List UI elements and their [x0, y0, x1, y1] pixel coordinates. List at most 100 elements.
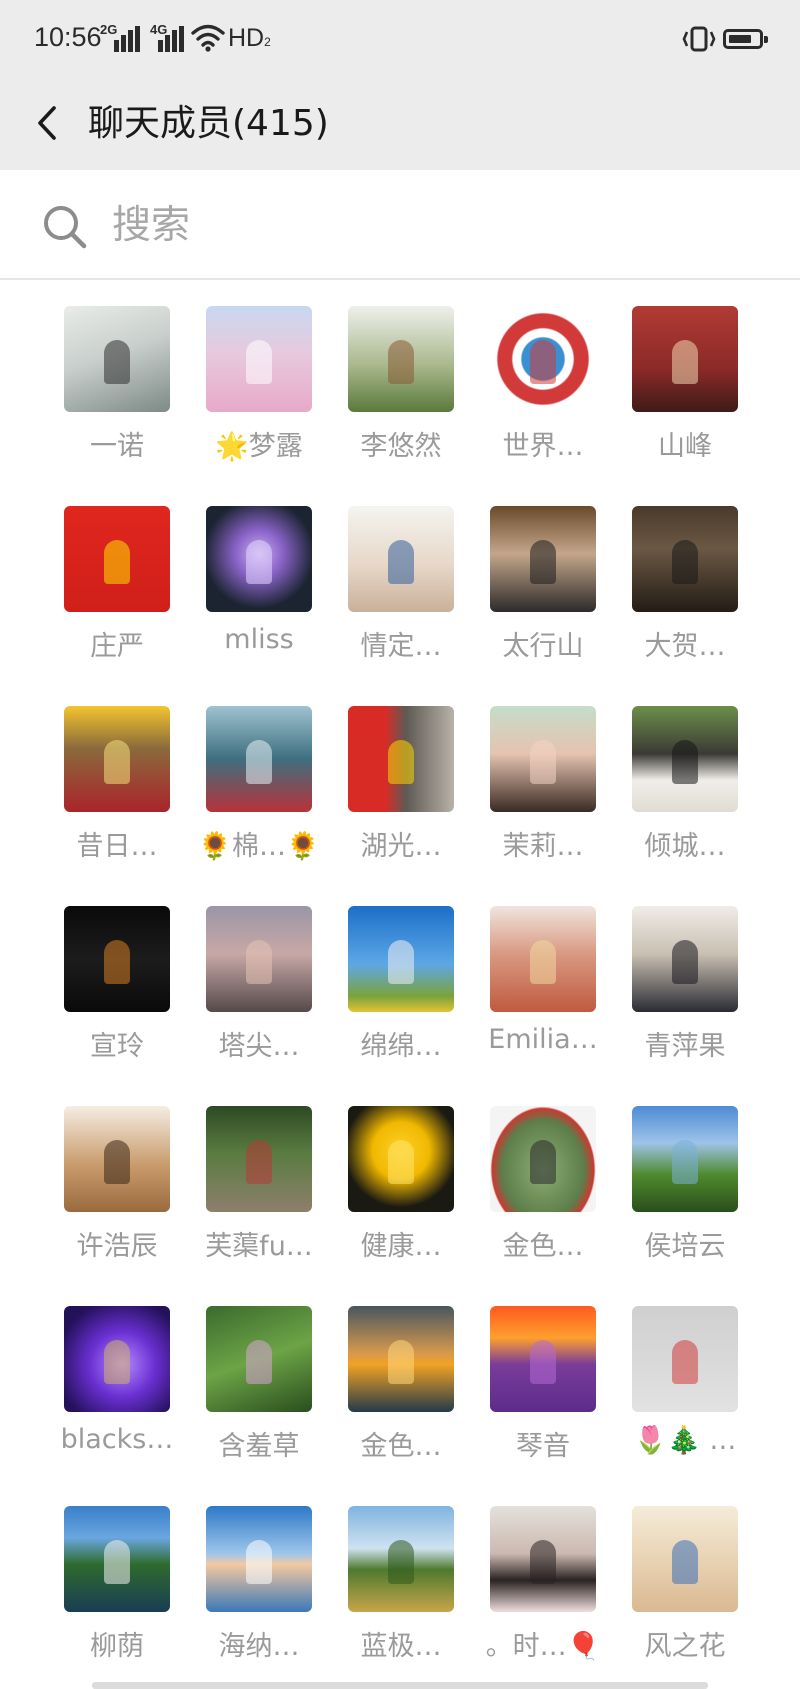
member-name: 湖光…: [360, 831, 442, 862]
avatar-figure: [672, 1540, 698, 1584]
member-avatar[interactable]: [632, 1306, 738, 1412]
member-item[interactable]: 柳荫: [44, 1482, 186, 1662]
search-input[interactable]: [112, 198, 712, 252]
member-avatar[interactable]: [64, 906, 170, 1012]
avatar-figure: [104, 340, 130, 384]
member-item[interactable]: 昔日…: [44, 682, 186, 862]
member-name: 山峰: [658, 431, 712, 462]
member-avatar[interactable]: [206, 906, 312, 1012]
member-avatar[interactable]: [348, 506, 454, 612]
member-avatar[interactable]: [490, 906, 596, 1012]
member-avatar[interactable]: [490, 506, 596, 612]
avatar-figure: [104, 1140, 130, 1184]
member-name: 风之花: [644, 1631, 726, 1662]
member-item[interactable]: 金色…: [328, 1282, 470, 1462]
member-name: 宣玲: [90, 1031, 144, 1062]
avatar-figure: [388, 940, 414, 984]
avatar-figure: [672, 1140, 698, 1184]
avatar-figure: [388, 1140, 414, 1184]
member-name: 蓝极…: [360, 1631, 442, 1662]
member-item[interactable]: 倾城…: [612, 682, 754, 862]
member-avatar[interactable]: [64, 1306, 170, 1412]
member-avatar[interactable]: [632, 306, 738, 412]
member-item[interactable]: 湖光…: [328, 682, 470, 862]
back-button[interactable]: [30, 94, 70, 154]
search-bar[interactable]: [0, 170, 800, 280]
member-avatar[interactable]: [206, 1106, 312, 1212]
member-item[interactable]: 海纳…: [186, 1482, 328, 1662]
member-item[interactable]: 许浩辰: [44, 1082, 186, 1262]
avatar-figure: [388, 1340, 414, 1384]
avatar-figure: [672, 1340, 698, 1384]
member-item[interactable]: 侯培云: [612, 1082, 754, 1262]
member-item[interactable]: 含羞草: [186, 1282, 328, 1462]
member-item[interactable]: 🌷🎄 …: [612, 1282, 754, 1456]
member-avatar[interactable]: [490, 306, 596, 412]
member-avatar[interactable]: [64, 506, 170, 612]
member-item[interactable]: 风之花: [612, 1482, 754, 1662]
member-item[interactable]: mliss: [186, 482, 328, 655]
member-avatar[interactable]: [206, 1506, 312, 1612]
member-item[interactable]: 大贺…: [612, 482, 754, 662]
avatar-figure: [104, 1540, 130, 1584]
member-avatar[interactable]: [348, 906, 454, 1012]
member-item[interactable]: 情定…: [328, 482, 470, 662]
scrollbar[interactable]: [92, 1682, 708, 1689]
member-avatar[interactable]: [632, 1106, 738, 1212]
member-item[interactable]: 绵绵…: [328, 882, 470, 1062]
member-item[interactable]: 🌟梦露: [186, 282, 328, 462]
member-item[interactable]: 李悠然: [328, 282, 470, 462]
member-avatar[interactable]: [206, 506, 312, 612]
member-avatar[interactable]: [632, 706, 738, 812]
avatar-figure: [104, 940, 130, 984]
member-name: 许浩辰: [76, 1231, 158, 1262]
member-avatar[interactable]: [632, 1506, 738, 1612]
member-item[interactable]: 青萍果: [612, 882, 754, 1062]
member-avatar[interactable]: [632, 506, 738, 612]
member-avatar[interactable]: [348, 706, 454, 812]
member-item[interactable]: 一诺: [44, 282, 186, 462]
member-avatar[interactable]: [206, 706, 312, 812]
member-item[interactable]: 山峰: [612, 282, 754, 462]
member-avatar[interactable]: [206, 306, 312, 412]
member-avatar[interactable]: [64, 1506, 170, 1612]
member-item[interactable]: 金色…: [470, 1082, 612, 1262]
member-name: 🌟梦露: [215, 431, 303, 462]
avatar-figure: [246, 1540, 272, 1584]
member-avatar[interactable]: [490, 1506, 596, 1612]
member-name: 李悠然: [360, 431, 442, 462]
member-item[interactable]: blacks…: [44, 1282, 186, 1455]
member-item[interactable]: 芙蕖fu…: [186, 1082, 328, 1262]
member-avatar[interactable]: [348, 1106, 454, 1212]
member-item[interactable]: 琴音: [470, 1282, 612, 1462]
page-title: 聊天成员(415): [88, 103, 329, 144]
member-avatar[interactable]: [490, 1306, 596, 1412]
avatar-figure: [388, 1540, 414, 1584]
member-avatar[interactable]: [64, 1106, 170, 1212]
member-avatar[interactable]: [632, 906, 738, 1012]
member-item[interactable]: 健康…: [328, 1082, 470, 1262]
member-item[interactable]: 太行山: [470, 482, 612, 662]
member-avatar[interactable]: [206, 1306, 312, 1412]
member-item[interactable]: 。时…🎈: [470, 1482, 612, 1662]
member-avatar[interactable]: [490, 706, 596, 812]
member-avatar[interactable]: [64, 706, 170, 812]
member-avatar[interactable]: [348, 1506, 454, 1612]
member-name: 大贺…: [644, 631, 726, 662]
avatar-figure: [246, 540, 272, 584]
member-item[interactable]: 🌻棉…🌻: [186, 682, 328, 862]
member-avatar[interactable]: [490, 1106, 596, 1212]
member-item[interactable]: 塔尖…: [186, 882, 328, 1062]
member-item[interactable]: 庄严: [44, 482, 186, 662]
member-avatar[interactable]: [348, 306, 454, 412]
wifi-icon: [191, 24, 225, 52]
member-item[interactable]: 宣玲: [44, 882, 186, 1062]
member-item[interactable]: Emilia…: [470, 882, 612, 1055]
member-avatar[interactable]: [348, 1306, 454, 1412]
member-name: 🌻棉…🌻: [198, 831, 320, 862]
member-item[interactable]: 茉莉…: [470, 682, 612, 862]
member-avatar[interactable]: [64, 306, 170, 412]
member-name: 金色…: [502, 1231, 584, 1262]
member-item[interactable]: 蓝极…: [328, 1482, 470, 1662]
member-item[interactable]: 世界…: [470, 282, 612, 462]
